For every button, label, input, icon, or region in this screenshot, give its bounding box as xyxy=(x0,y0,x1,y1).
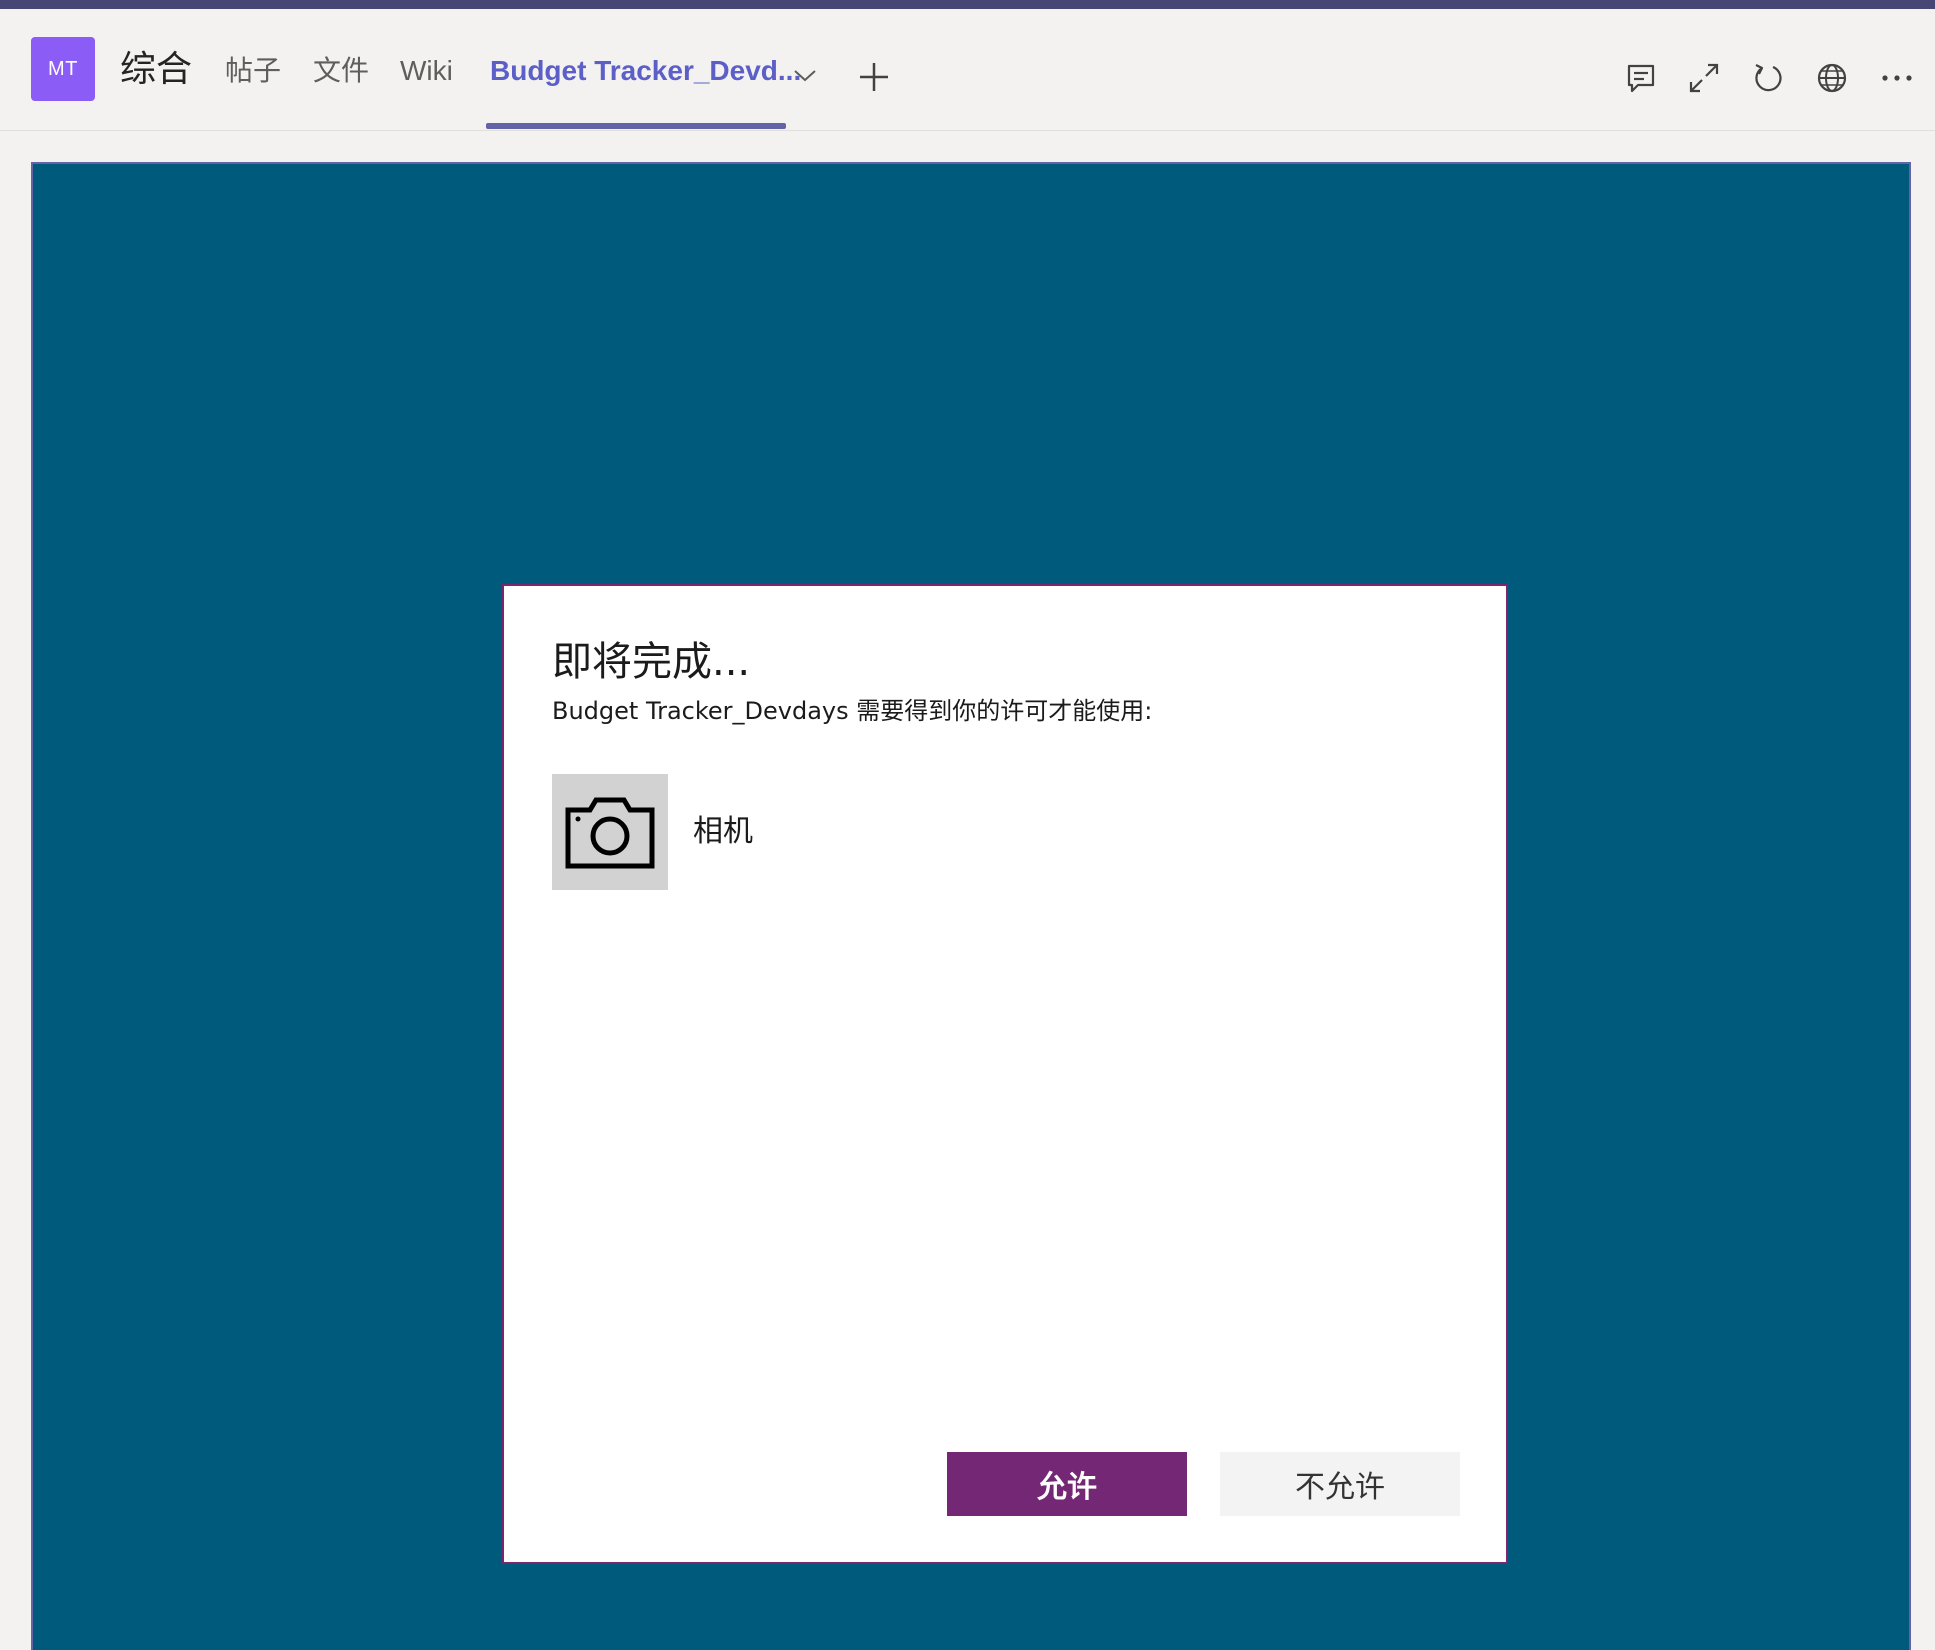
team-avatar[interactable]: MT xyxy=(31,37,95,101)
expand-icon[interactable] xyxy=(1687,61,1721,95)
permission-dialog: 即将完成... Budget Tracker_Devdays 需要得到你的许可才… xyxy=(502,584,1508,1564)
tab-posts[interactable]: 帖子 xyxy=(225,51,281,91)
tab-budget-tracker[interactable]: Budget Tracker_Devd... xyxy=(490,51,801,91)
chevron-down-icon[interactable] xyxy=(792,65,818,85)
app-content-area: 即将完成... Budget Tracker_Devdays 需要得到你的许可才… xyxy=(31,162,1911,1650)
deny-button[interactable]: 不允许 xyxy=(1220,1452,1460,1516)
add-tab-icon[interactable] xyxy=(858,61,890,93)
channel-name: 综合 xyxy=(120,48,193,89)
top-stripe xyxy=(0,0,1935,9)
permission-icon-tile xyxy=(552,774,668,890)
globe-icon[interactable] xyxy=(1815,61,1849,95)
active-tab-indicator xyxy=(486,123,786,129)
conversation-icon[interactable] xyxy=(1624,61,1658,95)
dialog-title: 即将完成... xyxy=(552,639,751,685)
more-options-icon[interactable] xyxy=(1880,61,1914,95)
camera-icon xyxy=(565,797,655,869)
tab-wiki[interactable]: Wiki xyxy=(400,51,453,91)
tab-files[interactable]: 文件 xyxy=(313,51,369,91)
refresh-icon[interactable] xyxy=(1751,61,1785,95)
allow-button[interactable]: 允许 xyxy=(947,1452,1187,1516)
channel-header: MT 综合 帖子 文件 Wiki Budget Tracker_Devd... xyxy=(0,9,1935,131)
dialog-subtitle: Budget Tracker_Devdays 需要得到你的许可才能使用: xyxy=(552,697,1153,725)
permission-label: 相机 xyxy=(693,814,753,849)
